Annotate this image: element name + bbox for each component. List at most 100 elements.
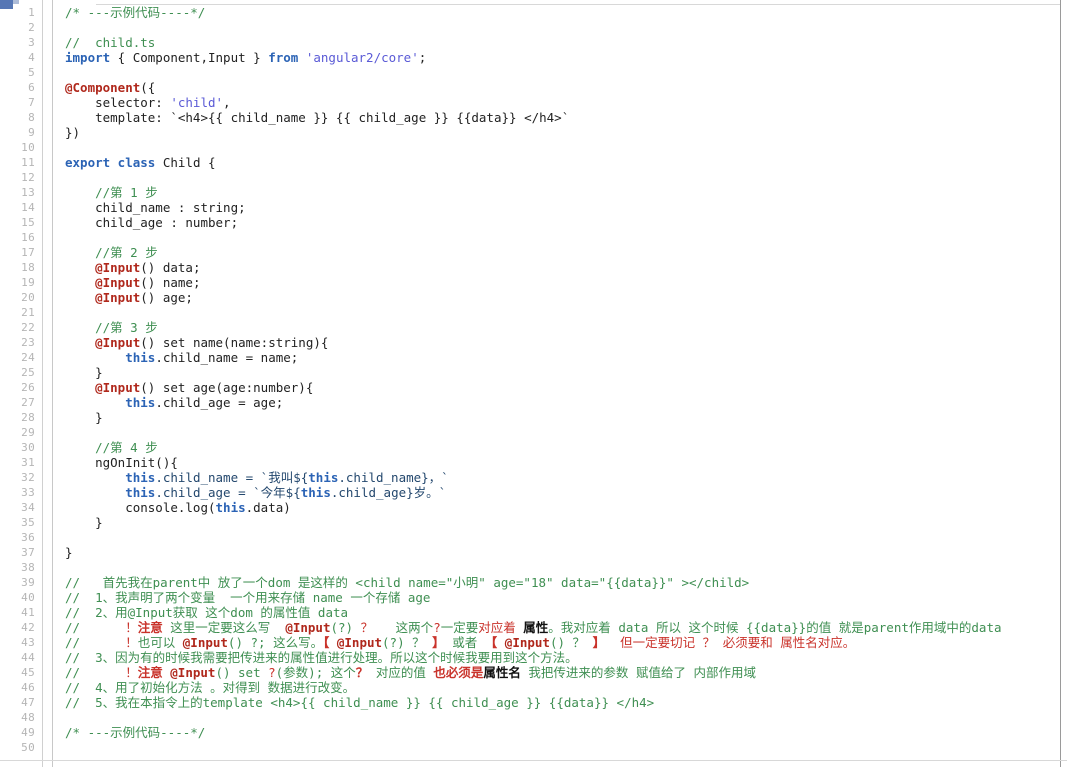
line-number: 47 (21, 696, 35, 709)
plain-token: } (65, 365, 103, 380)
line-number: 49 (21, 726, 35, 739)
code-line: ngOnInit(){ (65, 455, 1067, 470)
string-token: 'child' (170, 95, 224, 110)
emphasis-token: ? (268, 665, 276, 680)
template-literal-token: .child_name = `我叫${ (155, 470, 309, 485)
comment-token: 这两个 (380, 620, 434, 635)
warning-mark: ！ (125, 665, 138, 680)
comment-token: () ?; 这么写。 (227, 635, 324, 650)
this-token: this (125, 395, 156, 410)
decorator-token: @Input (504, 635, 550, 650)
code-line: // ！注意 @Input() set ?(参数); 这个？ 对应的值 也必须是… (65, 665, 1067, 680)
comment-token: // (65, 635, 126, 650)
code-line: @Input() name; (65, 275, 1067, 290)
line-number: 37 (21, 546, 35, 559)
plain-token: () set name(name:string){ (140, 335, 329, 350)
code-line: @Input() set name(name:string){ (65, 335, 1067, 350)
code-line: //第 4 步 (65, 440, 1067, 455)
comment-token: //第 3 步 (65, 320, 158, 335)
comment-token: 这里一定要这么写 (162, 620, 286, 635)
line-number: 33 (21, 486, 35, 499)
comment-token: // 2、用@Input获取 这个dom 的属性值 data (65, 605, 349, 620)
comment-token: () ？ (549, 635, 593, 650)
selection-artifact-secondary (13, 0, 19, 4)
plain-token: , (223, 95, 231, 110)
code-line: // ！也可以 @Input() ?; 这么写。【 @Input(?) ？ 】 … (65, 635, 1067, 650)
code-line: // 3、因为有的时候我需要把传进来的属性值进行处理。所以这个时候我要用到这个方… (65, 650, 1067, 665)
comment-token: // 5、我在本指令上的template <h4>{{ child_name }… (65, 695, 655, 710)
this-token: this (125, 470, 156, 485)
line-number: 48 (21, 711, 35, 724)
bracket-token: 【 (484, 635, 498, 650)
line-number: 31 (21, 456, 35, 469)
line-number: 16 (21, 231, 35, 244)
emphasis-token: 也必须是 (433, 665, 484, 680)
line-number: 29 (21, 426, 35, 439)
line-number: 34 (21, 501, 35, 514)
warning-mark: ！ (125, 635, 138, 650)
code-line: this.child_age = age; (65, 395, 1067, 410)
line-number: 8 (28, 111, 35, 124)
line-number: 27 (21, 396, 35, 409)
code-line: // 首先我在parent中 放了一个dom 是这样的 <child name=… (65, 575, 1067, 590)
code-editor[interactable]: 1 2 3 4 5 6 7 8 9 10 11 12 13 14 15 16 1… (0, 0, 1067, 767)
code-line: console.log(this.data) (65, 500, 1067, 515)
line-number: 43 (21, 636, 35, 649)
line-number: 24 (21, 351, 35, 364)
plain-token: template: `<h4>{{ child_name }} {{ child… (65, 110, 570, 125)
line-number: 4 (28, 51, 35, 64)
line-number: 23 (21, 336, 35, 349)
code-content-area[interactable]: /* ---示例代码----*/ // child.ts import { Co… (52, 0, 1067, 767)
line-number: 12 (21, 171, 35, 184)
comment-token: // 1、我声明了两个变量 一个用来存储 name 一个存储 age (65, 590, 431, 605)
comment-token: // 4、用了初始化方法 。对得到 数据进行改变。 (65, 680, 356, 695)
code-line: /* ---示例代码----*/ (65, 725, 1067, 740)
comment-token (497, 635, 505, 650)
line-number: 28 (21, 411, 35, 424)
line-number: 22 (21, 321, 35, 334)
line-number: 14 (21, 201, 35, 214)
bracket-token: 】 (432, 635, 445, 650)
comment-token: 或者 (444, 635, 485, 650)
code-line: template: `<h4>{{ child_name }} {{ child… (65, 110, 1067, 125)
plain-token: } (65, 410, 103, 425)
this-token: this (300, 485, 331, 500)
decorator-token: @Input (170, 665, 216, 680)
comment-token: // (65, 620, 126, 635)
plain-token: console.log( (65, 500, 216, 515)
comment-token: /* ---示例代码----*/ (65, 5, 206, 20)
code-line: // 1、我声明了两个变量 一个用来存储 name 一个存储 age (65, 590, 1067, 605)
line-number: 20 (21, 291, 35, 304)
decorator-token: @Input (95, 260, 141, 275)
selection-artifact (0, 0, 13, 9)
code-line: } (65, 515, 1067, 530)
decorator-token: @Input (182, 635, 228, 650)
comment-token: //第 2 步 (65, 245, 158, 260)
decorator-token: @Input (95, 290, 141, 305)
line-number: 15 (21, 216, 35, 229)
comment-token (605, 635, 620, 650)
comment-token: 我把传进来的参数 赋值给了 内部作用域 (520, 665, 756, 680)
emphasis-token: ? (433, 620, 441, 635)
line-number: 46 (21, 681, 35, 694)
template-literal-token: .child_age}岁。` (330, 485, 447, 500)
decorator-token: @Input (95, 380, 141, 395)
plain-token: Child { (155, 155, 216, 170)
code-line: @Input() set age(age:number){ (65, 380, 1067, 395)
code-line: this.child_name = `我叫${this.child_name}，… (65, 470, 1067, 485)
this-token: this (308, 470, 339, 485)
comment-token: // 首先我在parent中 放了一个dom 是这样的 <child name=… (65, 575, 750, 590)
emphasis-token: 注意 (137, 665, 163, 680)
line-number: 11 (21, 156, 35, 169)
code-line: this.child_name = name; (65, 350, 1067, 365)
plain-token: ngOnInit(){ (65, 455, 178, 470)
comment-token: /* ---示例代码----*/ (65, 725, 206, 740)
line-number: 36 (21, 531, 35, 544)
code-lines[interactable]: /* ---示例代码----*/ // child.ts import { Co… (53, 5, 1067, 755)
comment-token: // (65, 665, 126, 680)
line-number: 17 (21, 246, 35, 259)
